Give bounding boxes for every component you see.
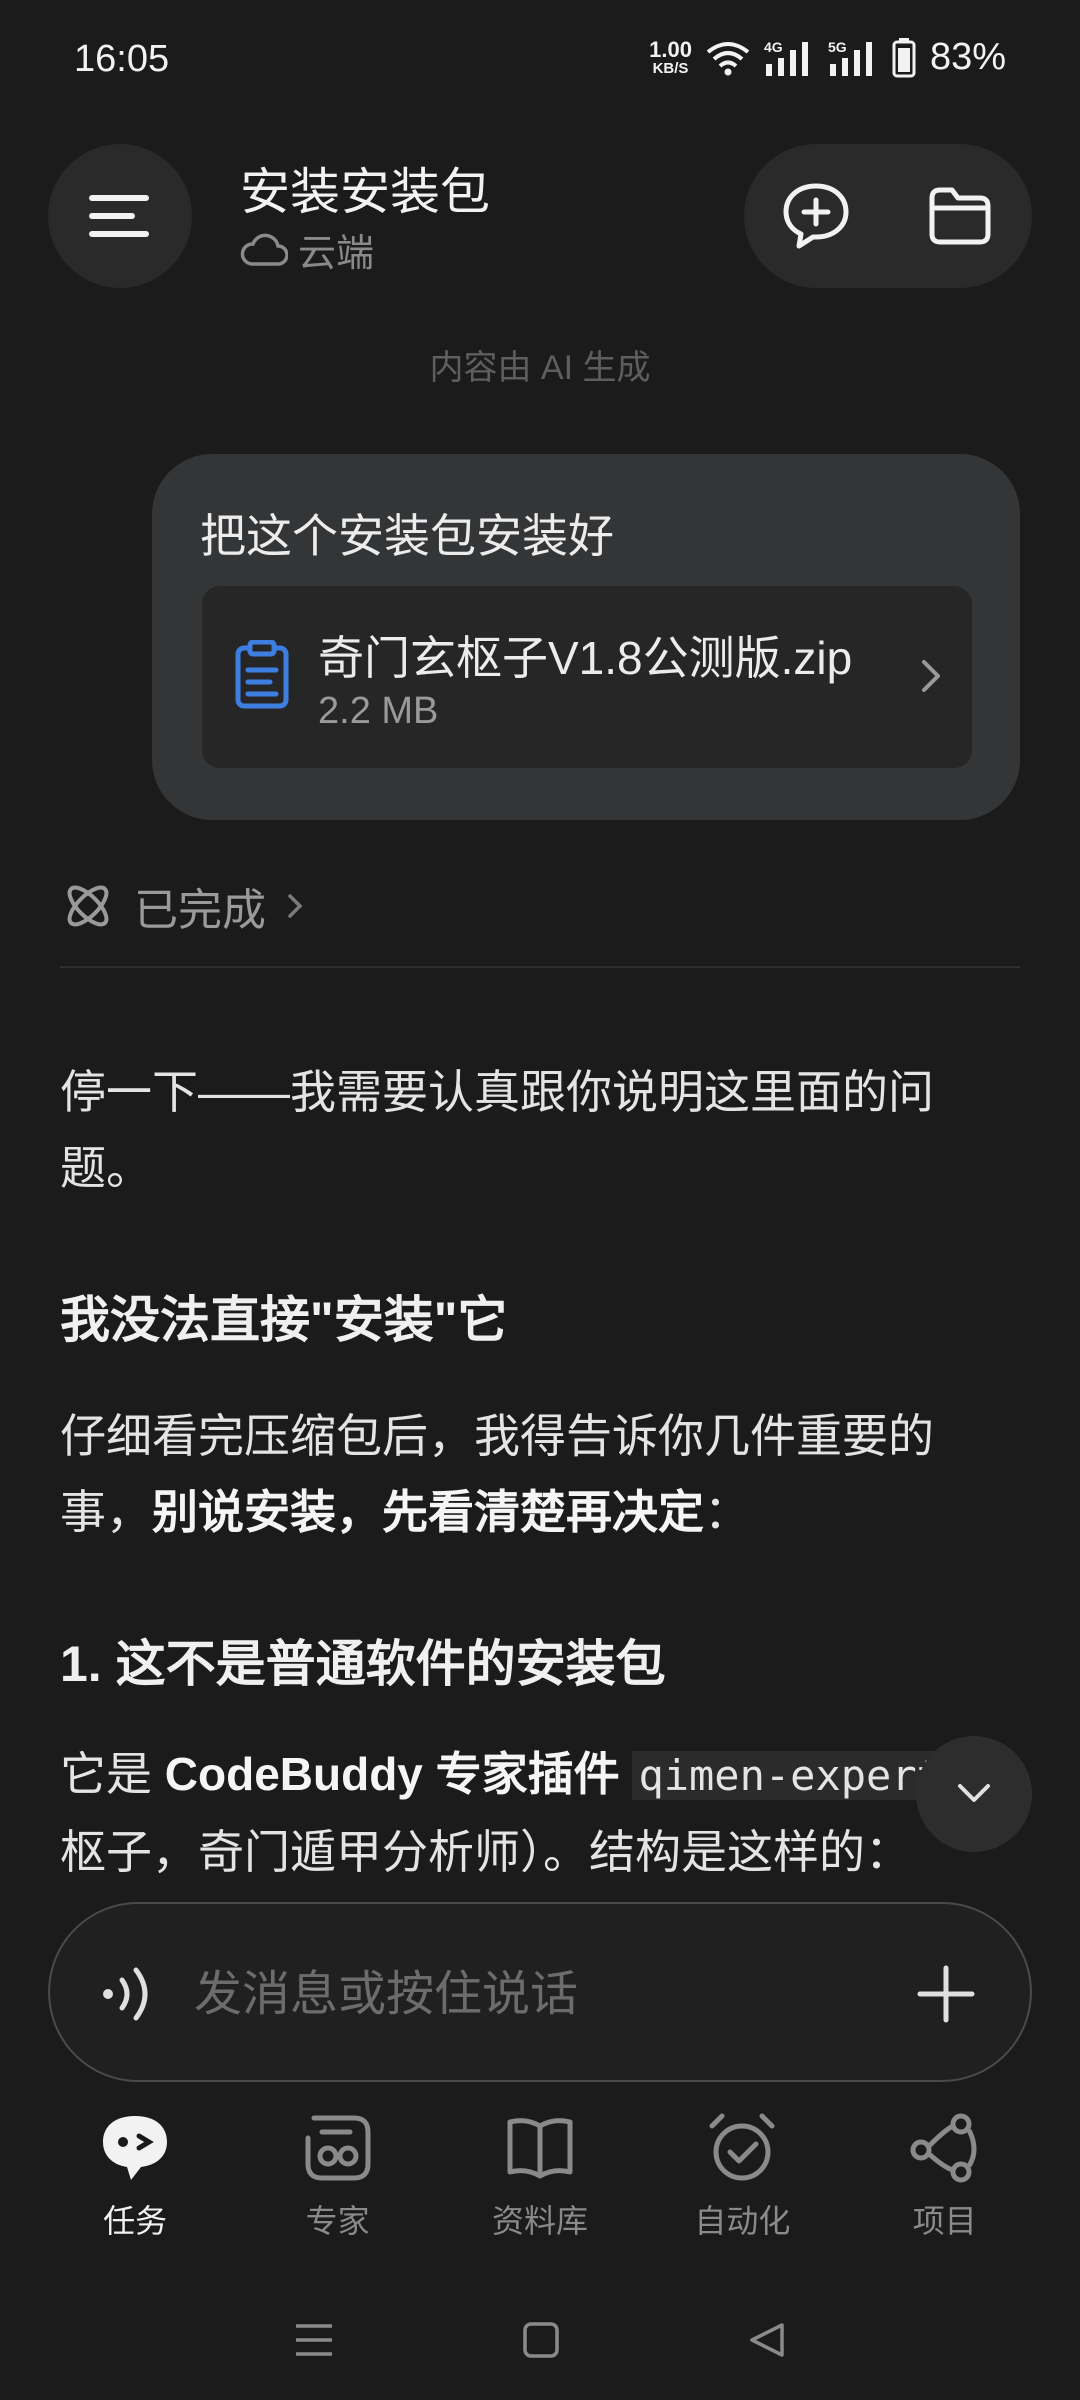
clipboard-icon bbox=[235, 640, 289, 709]
nav-label: 自动化 bbox=[694, 2203, 791, 2239]
recent-apps-icon[interactable] bbox=[294, 2322, 334, 2358]
svg-text:4G: 4G bbox=[764, 39, 783, 55]
message-input[interactable] bbox=[194, 1956, 854, 2032]
status-bar: 16:05 1.00 KB/S 4G 5G 83% bbox=[0, 0, 1080, 120]
inline-code: qimen-expert bbox=[632, 1751, 948, 1800]
status-icons: 1.00 KB/S 4G 5G 83% bbox=[649, 36, 1006, 79]
nav-item-tasks[interactable]: 任务 bbox=[45, 2110, 225, 2270]
assistant-paragraph-2: 仔细看完压缩包后，我得告诉你几件重要的事，别说安装，先看清楚再决定： bbox=[60, 1410, 934, 1538]
task-status-label: 已完成 bbox=[134, 886, 266, 935]
message-composer bbox=[48, 1902, 1032, 2082]
attachment-name: 奇门玄枢子V1.8公测版.zip bbox=[318, 632, 853, 684]
folder-icon[interactable] bbox=[924, 180, 996, 252]
page-title: 安装安装包 bbox=[240, 164, 490, 220]
nav-label: 资料库 bbox=[491, 2203, 588, 2239]
user-message-bubble: 把这个安装包安装好 奇门玄枢子V1.8公测版.zip 2.2 MB bbox=[152, 454, 1020, 820]
chevron-down-icon bbox=[958, 1784, 990, 1802]
task-status-row[interactable]: 已完成 bbox=[60, 874, 306, 938]
alarm-check-icon bbox=[709, 2113, 775, 2181]
chevron-right-icon bbox=[922, 660, 940, 692]
attachment-size: 2.2 MB bbox=[318, 690, 439, 732]
ai-generated-note: 内容由 AI 生成 bbox=[429, 349, 651, 387]
wifi-icon bbox=[706, 41, 750, 75]
bottom-nav: 任务 专家 资料库 自动化 项目 bbox=[0, 2110, 1080, 2270]
assistant-heading-1: 我没法直接"安装"它 bbox=[60, 1292, 508, 1348]
nav-label: 项目 bbox=[912, 2203, 977, 2239]
battery-percent: 83% bbox=[929, 36, 1006, 78]
assistant-paragraph-3: 它是 CodeBuddy 专家插件 qimen-expert 枢子，奇门遁甲分析师… bbox=[60, 1736, 1020, 1876]
assistant-paragraph-1: 停一下——我需要认真跟你说明这里面的问题。 bbox=[60, 1066, 934, 1194]
new-chat-icon[interactable] bbox=[780, 180, 852, 252]
plus-icon[interactable] bbox=[910, 1958, 982, 2030]
signal-5g-icon: 5G bbox=[828, 39, 872, 76]
subtitle-label: 云端 bbox=[298, 233, 375, 275]
nav-label: 任务 bbox=[103, 2203, 168, 2239]
svg-text:5G: 5G bbox=[828, 39, 847, 55]
nav-label: 专家 bbox=[305, 2203, 370, 2239]
expert-icon bbox=[305, 2115, 371, 2181]
home-icon[interactable] bbox=[523, 2322, 559, 2358]
scroll-to-bottom-button[interactable] bbox=[916, 1736, 1032, 1852]
assistant-heading-2: 1. 这不是普通软件的安装包 bbox=[60, 1636, 666, 1692]
nav-item-automation[interactable]: 自动化 bbox=[652, 2110, 832, 2270]
nav-item-library[interactable]: 资料库 bbox=[450, 2110, 630, 2270]
net-speed: 1.00 KB/S bbox=[649, 37, 692, 77]
menu-button[interactable] bbox=[48, 144, 192, 288]
signal-4g-icon: 4G bbox=[764, 39, 808, 76]
battery-icon bbox=[892, 37, 916, 77]
divider bbox=[60, 966, 1020, 968]
system-nav-bar bbox=[0, 2300, 1080, 2380]
status-time: 16:05 bbox=[74, 38, 170, 80]
project-nodes-icon bbox=[910, 2113, 977, 2183]
header-actions bbox=[744, 144, 1032, 288]
voice-icon[interactable] bbox=[94, 1958, 166, 2030]
nav-item-projects[interactable]: 项目 bbox=[855, 2110, 1035, 2270]
task-chat-icon bbox=[103, 2116, 168, 2180]
menu-icon bbox=[89, 195, 149, 237]
atom-icon bbox=[67, 885, 109, 927]
cloud-subtitle: 云端 bbox=[240, 222, 374, 277]
attachment-card[interactable]: 奇门玄枢子V1.8公测版.zip 2.2 MB bbox=[202, 586, 972, 768]
chevron-right-small-icon bbox=[288, 894, 303, 918]
book-icon bbox=[507, 2118, 573, 2179]
cloud-icon bbox=[240, 233, 288, 266]
nav-item-experts[interactable]: 专家 bbox=[248, 2110, 428, 2270]
back-icon[interactable] bbox=[748, 2321, 786, 2359]
user-message-text: 把这个安装包安装好 bbox=[200, 510, 614, 562]
